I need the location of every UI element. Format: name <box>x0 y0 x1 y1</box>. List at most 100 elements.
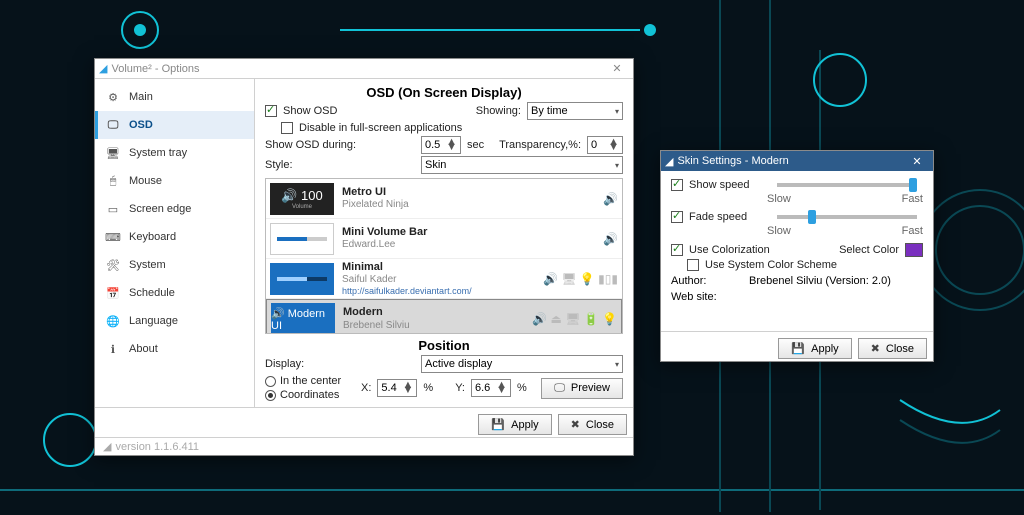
skin-preview: 🔊 100Volume <box>270 183 334 215</box>
sidebar-item-label: Main <box>129 91 153 103</box>
close-icon[interactable]: ✕ <box>605 62 629 75</box>
slow-label: Slow <box>767 225 791 237</box>
showing-label: Showing: <box>476 105 521 117</box>
skin-author: Saiful Kader <box>342 274 535 286</box>
fast-label: Fast <box>902 225 923 237</box>
apply-button[interactable]: 💾Apply <box>778 338 851 359</box>
sidebar: ⚙ Main 🖵OSD 🖥System tray 🖱Mouse ▭Screen e… <box>95 79 255 407</box>
fade-speed-slider[interactable] <box>777 215 917 219</box>
skin-settings-titlebar[interactable]: ◢ Skin Settings - Modern ✕ <box>661 151 933 171</box>
website-label: Web site: <box>671 291 731 303</box>
apply-label: Apply <box>511 419 539 431</box>
radio-coordinates[interactable]: Coordinates <box>265 389 355 401</box>
apply-button[interactable]: 💾Apply <box>478 414 551 435</box>
show-osd-checkbox[interactable] <box>265 105 277 117</box>
show-speed-label: Show speed <box>689 179 765 191</box>
save-icon: 💾 <box>791 342 805 355</box>
gear-icon: ⚙ <box>105 89 121 105</box>
show-speed-checkbox[interactable] <box>671 179 683 191</box>
skin-list[interactable]: 🔊 100Volume Metro UIPixelated Ninja 🔊 Mi… <box>265 178 623 334</box>
signal-icon: ◢ <box>103 440 111 453</box>
sidebar-item-label: Schedule <box>129 287 175 299</box>
keyboard-icon: ⌨ <box>105 229 121 245</box>
skin-author: Edward.Lee <box>342 239 595 251</box>
button-bar: 💾Apply ✖Close <box>661 331 933 361</box>
skin-author: Brebenel Silviu <box>343 320 524 332</box>
skin-row-minivolume[interactable]: Mini Volume BarEdward.Lee 🔊 <box>266 219 622 259</box>
button-bar: 💾Apply ✖Close <box>95 407 633 437</box>
position-heading: Position <box>265 338 623 353</box>
use-system-color-label: Use System Color Scheme <box>705 259 837 271</box>
version-text: version 1.1.6.411 <box>115 441 199 453</box>
sidebar-item-schedule[interactable]: 📅 Schedule <box>95 279 254 307</box>
edge-icon: ▭ <box>105 201 121 217</box>
showing-select[interactable]: By time▾ <box>527 102 623 120</box>
x-value: 5.4 <box>381 382 396 394</box>
sidebar-item-osd[interactable]: 🖵OSD <box>95 111 254 139</box>
close-icon[interactable]: ✕ <box>905 155 929 168</box>
skin-name: Modern <box>343 306 524 319</box>
sidebar-item-label: Keyboard <box>129 231 176 243</box>
wrench-icon: 🛠 <box>105 257 121 273</box>
select-color-label: Select Color <box>839 244 899 256</box>
fade-speed-checkbox[interactable] <box>671 211 683 223</box>
display-label: Display: <box>265 358 415 370</box>
style-value: Skin <box>425 159 446 171</box>
close-button[interactable]: ✖Close <box>858 338 927 359</box>
skin-preview: 🔊 Modern UI <box>271 303 335 334</box>
author-value: Brebenel Silviu (Version: 2.0) <box>749 275 891 287</box>
show-during-label: Show OSD during: <box>265 139 415 151</box>
close-button[interactable]: ✖Close <box>558 414 627 435</box>
skin-row-metroui[interactable]: 🔊 100Volume Metro UIPixelated Ninja 🔊 <box>266 179 622 219</box>
sidebar-item-system[interactable]: 🛠 System <box>95 251 254 279</box>
show-speed-slider[interactable] <box>777 183 917 187</box>
fast-label: Fast <box>902 193 923 205</box>
sidebar-item-main[interactable]: ⚙ Main <box>95 83 254 111</box>
y-stepper[interactable]: 6.6▲▼ <box>471 379 511 397</box>
disable-fullscreen-label: Disable in full-screen applications <box>299 122 462 134</box>
skin-row-modern[interactable]: 🔊 Modern UI ModernBrebenel Silviu 🔊 ⏏ 🖥 … <box>266 299 622 334</box>
sidebar-item-language[interactable]: 🌐Language <box>95 307 254 335</box>
sidebar-item-mouse[interactable]: 🖱Mouse <box>95 167 254 195</box>
transparency-value: 0 <box>591 139 597 151</box>
use-colorization-label: Use Colorization <box>689 244 770 256</box>
close-icon: ✖ <box>571 418 580 431</box>
use-colorization-checkbox[interactable] <box>671 244 683 256</box>
slow-label: Slow <box>767 193 791 205</box>
show-during-stepper[interactable]: 0.5▲▼ <box>421 136 461 154</box>
radio-center[interactable]: In the center <box>265 375 355 387</box>
content-panel: OSD (On Screen Display) Show OSD Showing… <box>255 79 633 407</box>
preview-button[interactable]: 🖵Preview <box>541 378 623 399</box>
globe-icon: 🌐 <box>105 313 121 329</box>
display-select[interactable]: Active display▾ <box>421 355 623 373</box>
skin-settings-window: ◢ Skin Settings - Modern ✕ Show speed Sl… <box>660 150 934 362</box>
sidebar-item-label: System <box>129 259 166 271</box>
calendar-icon: 📅 <box>105 285 121 301</box>
show-osd-label: Show OSD <box>283 105 337 117</box>
x-stepper[interactable]: 5.4▲▼ <box>377 379 417 397</box>
use-system-color-checkbox[interactable] <box>687 259 699 271</box>
mouse-icon: 🖱 <box>105 173 121 189</box>
transparency-stepper[interactable]: 0▲▼ <box>587 136 623 154</box>
window-title: Skin Settings - Modern <box>677 155 788 167</box>
info-icon: ℹ <box>105 341 121 357</box>
sidebar-item-systemtray[interactable]: 🖥System tray <box>95 139 254 167</box>
style-select[interactable]: Skin ▾ <box>421 156 623 174</box>
disable-fullscreen-checkbox[interactable] <box>281 122 293 134</box>
skin-icons: 🔊 ⏏ 🖥 🔋 💡 <box>532 312 617 326</box>
skin-name: Mini Volume Bar <box>342 226 595 239</box>
skin-link[interactable]: http://saifulkader.deviantart.com/ <box>342 286 535 297</box>
chevron-down-icon: ▾ <box>615 161 619 170</box>
close-label: Close <box>886 343 914 355</box>
color-swatch[interactable] <box>905 243 923 257</box>
fade-speed-label: Fade speed <box>689 211 765 223</box>
options-titlebar[interactable]: ◢ Volume² - Options ✕ <box>95 59 633 79</box>
sidebar-item-about[interactable]: ℹ About <box>95 335 254 363</box>
window-title: Volume² - Options <box>111 63 199 75</box>
sidebar-item-label: About <box>129 343 158 355</box>
skin-row-minimal[interactable]: MinimalSaiful Kaderhttp://saifulkader.de… <box>266 259 622 299</box>
sidebar-item-keyboard[interactable]: ⌨ Keyboard <box>95 223 254 251</box>
skin-name: Minimal <box>342 261 535 274</box>
chevron-down-icon: ▾ <box>615 360 619 369</box>
sidebar-item-screenedge[interactable]: ▭Screen edge <box>95 195 254 223</box>
